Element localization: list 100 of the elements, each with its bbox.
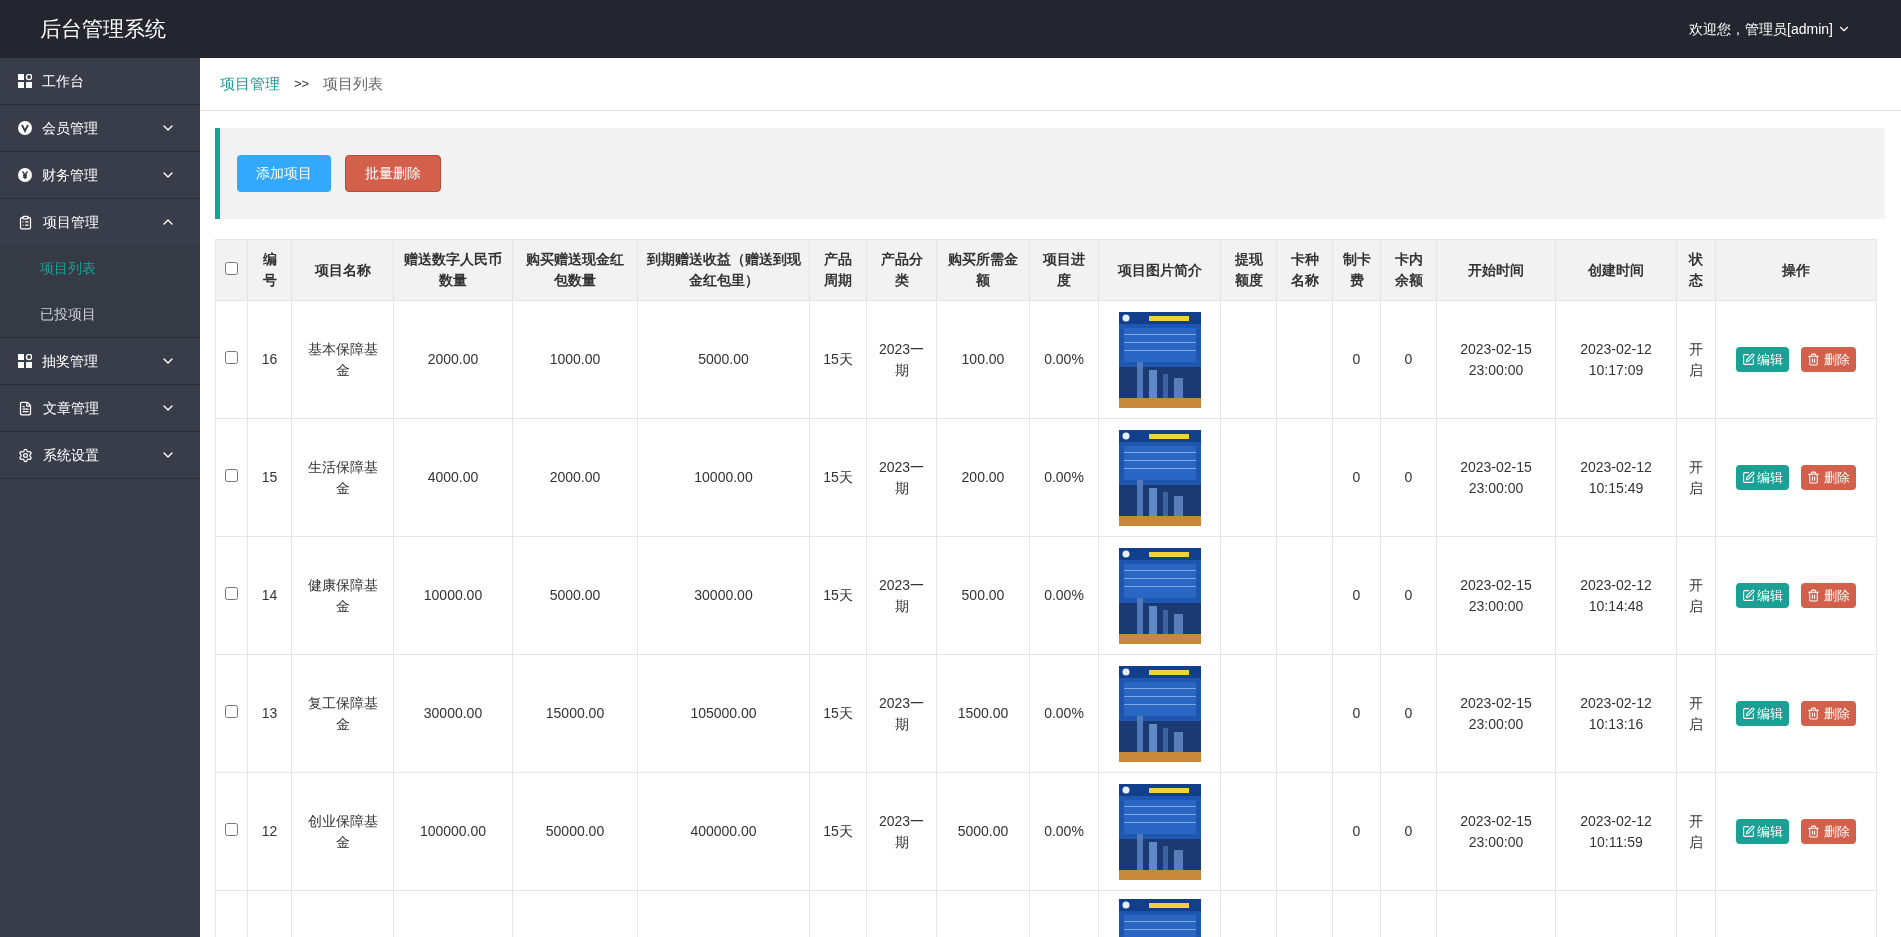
table-cell: 100.00 bbox=[936, 300, 1030, 419]
table-cell: 0 bbox=[1332, 654, 1381, 773]
sidebar-item[interactable]: 文章管理 bbox=[0, 385, 200, 431]
delete-button[interactable]: 删除 bbox=[1801, 583, 1856, 608]
table-cell: 2023-02-15 23:00:00 bbox=[1436, 300, 1556, 419]
breadcrumb-separator: >> bbox=[294, 75, 310, 94]
edit-icon bbox=[1742, 707, 1755, 720]
select-all-checkbox[interactable] bbox=[225, 262, 238, 275]
edit-button[interactable]: 编辑 bbox=[1736, 465, 1789, 490]
table-cell: 2023一期 bbox=[866, 654, 937, 773]
sidebar-item[interactable]: 会员管理 bbox=[0, 105, 200, 151]
table-cell: 开启 bbox=[1676, 536, 1716, 655]
table-cell: 15天 bbox=[809, 772, 867, 891]
column-header: 产品周期 bbox=[809, 239, 867, 301]
delete-button[interactable]: 删除 bbox=[1801, 819, 1856, 844]
sidebar-item[interactable]: 工作台 bbox=[0, 58, 200, 104]
table-cell: 0 bbox=[1380, 772, 1437, 891]
table-cell: 15天 bbox=[809, 300, 867, 419]
edit-button[interactable]: 编辑 bbox=[1736, 583, 1789, 608]
table-cell: 0.00% bbox=[1029, 654, 1099, 773]
column-header: 编号 bbox=[247, 239, 292, 301]
column-header: 制卡费 bbox=[1332, 239, 1381, 301]
sidebar-item[interactable]: 财务管理 bbox=[0, 152, 200, 198]
table-cell: 开启 bbox=[1676, 654, 1716, 773]
row-checkbox[interactable] bbox=[225, 705, 238, 718]
table-cell: 500.00 bbox=[936, 536, 1030, 655]
table-cell: 0 bbox=[1380, 654, 1437, 773]
edit-icon bbox=[1742, 589, 1755, 602]
column-header: 购买所需金额 bbox=[936, 239, 1030, 301]
column-header: 项目图片简介 bbox=[1098, 239, 1221, 301]
row-checkbox[interactable] bbox=[225, 823, 238, 836]
table-cell: 基本保障基金 bbox=[291, 300, 394, 419]
sidebar-item[interactable]: 项目管理 bbox=[0, 199, 200, 245]
breadcrumb-link[interactable]: 项目管理 bbox=[220, 72, 280, 96]
trash-icon bbox=[1807, 589, 1820, 602]
table-cell: 5000.00 bbox=[512, 536, 638, 655]
table-cell: 100000.00 bbox=[393, 772, 513, 891]
edit-button[interactable]: 编辑 bbox=[1736, 819, 1789, 844]
sidebar-item[interactable]: 抽奖管理 bbox=[0, 338, 200, 384]
table-cell: 开启 bbox=[1676, 300, 1716, 419]
add-button[interactable]: 添加项目 bbox=[237, 155, 331, 192]
table-cell: 10000.00 bbox=[393, 536, 513, 655]
table-cell: 13 bbox=[247, 654, 292, 773]
table-cell: 15天 bbox=[809, 654, 867, 773]
table-cell: 2023一期 bbox=[866, 300, 937, 419]
table-cell: 105000.00 bbox=[637, 654, 810, 773]
edit-button[interactable]: 编辑 bbox=[1736, 701, 1789, 726]
table-cell: 2000.00 bbox=[512, 418, 638, 537]
edit-icon bbox=[1742, 353, 1755, 366]
table-cell: 4000.00 bbox=[393, 418, 513, 537]
table-cell: 2023一期 bbox=[866, 418, 937, 537]
file-icon bbox=[18, 400, 33, 416]
trash-icon bbox=[1807, 471, 1820, 484]
table-cell: 0 bbox=[1332, 300, 1381, 419]
row-checkbox[interactable] bbox=[225, 469, 238, 482]
table-cell: 0 bbox=[1380, 536, 1437, 655]
table-cell: 0 bbox=[1380, 418, 1437, 537]
badge-icon bbox=[18, 121, 32, 135]
table-cell: 0.00% bbox=[1029, 536, 1099, 655]
dashboard-icon bbox=[18, 354, 32, 368]
delete-button[interactable]: 删除 bbox=[1801, 347, 1856, 372]
user-menu[interactable]: 欢迎您，管理员[admin] bbox=[1689, 18, 1851, 40]
table-cell: 2000.00 bbox=[393, 300, 513, 419]
column-header: 赠送数字人民币数量 bbox=[393, 239, 513, 301]
table-cell: 400000.00 bbox=[637, 772, 810, 891]
table-cell: 1500.00 bbox=[936, 654, 1030, 773]
column-header: 操作 bbox=[1715, 239, 1877, 301]
table-cell: 0 bbox=[1332, 418, 1381, 537]
sidebar-item[interactable]: 系统设置 bbox=[0, 432, 200, 478]
table-cell: 2023-02-12 10:11:59 bbox=[1555, 772, 1677, 891]
table-cell: 健康保障基金 bbox=[291, 536, 394, 655]
column-header: 创建时间 bbox=[1555, 239, 1677, 301]
table-cell: 2023-02-15 23:00:00 bbox=[1436, 536, 1556, 655]
table-cell: 0.00% bbox=[1029, 772, 1099, 891]
column-header: 项目进度 bbox=[1029, 239, 1099, 301]
table-cell: 生活保障基金 bbox=[291, 418, 394, 537]
table-cell: 2023-02-15 23:00:00 bbox=[1436, 418, 1556, 537]
delete-selected-button[interactable]: 批量删除 bbox=[345, 155, 441, 192]
submenu-item[interactable]: 项目列表 bbox=[0, 245, 200, 291]
table-cell: 2023一期 bbox=[866, 772, 937, 891]
row-checkbox[interactable] bbox=[225, 351, 238, 364]
yen-icon bbox=[18, 168, 32, 182]
edit-button[interactable]: 编辑 bbox=[1736, 347, 1789, 372]
submenu-item[interactable]: 已投项目 bbox=[0, 291, 200, 337]
delete-button[interactable]: 删除 bbox=[1801, 701, 1856, 726]
table-cell: 5000.00 bbox=[637, 300, 810, 419]
breadcrumb-current: 项目列表 bbox=[323, 73, 384, 94]
dashboard-icon bbox=[18, 74, 32, 88]
table-cell: 5000.00 bbox=[936, 772, 1030, 891]
column-header: 状态 bbox=[1676, 239, 1716, 301]
table-cell: 开启 bbox=[1676, 772, 1716, 891]
table-cell: 0 bbox=[1380, 300, 1437, 419]
row-checkbox[interactable] bbox=[225, 587, 238, 600]
delete-button[interactable]: 删除 bbox=[1801, 465, 1856, 490]
table-cell: 15天 bbox=[809, 536, 867, 655]
column-header: 提现额度 bbox=[1220, 239, 1277, 301]
table-cell: 2023-02-12 10:15:49 bbox=[1555, 418, 1677, 537]
table-cell: 2023-02-15 23:00:00 bbox=[1436, 654, 1556, 773]
edit-icon bbox=[1742, 471, 1755, 484]
table-cell: 15天 bbox=[809, 418, 867, 537]
